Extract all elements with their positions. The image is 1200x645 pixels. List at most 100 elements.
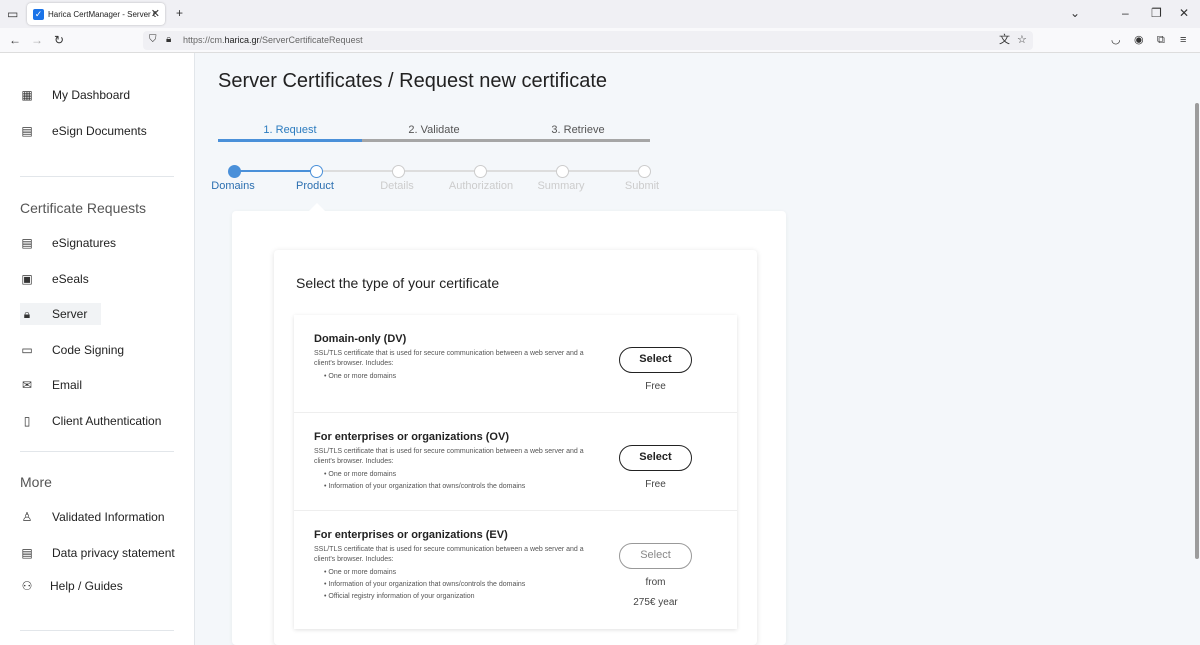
sidebar-item-label: Email (52, 378, 83, 392)
code-icon: ▭ (21, 343, 33, 357)
divider (20, 451, 174, 452)
tab-title: Harica CertManager - Server Ce (48, 9, 156, 19)
sidebar: ▦ My Dashboard ▤ eSign Documents Certifi… (0, 53, 195, 645)
help-icon: ⚇ (21, 579, 33, 593)
extensions-icon[interactable]: ⧉ (1157, 33, 1165, 47)
option-price: Free (645, 381, 666, 392)
esign-icon: ▤ (21, 124, 33, 138)
sidebar-item-label: My Dashboard (52, 88, 131, 102)
privacy-icon: ▤ (21, 546, 33, 560)
sidebar-item-label: Client Authentication (52, 414, 162, 428)
step-indicator-inactive (362, 139, 650, 142)
lock-icon[interactable]: 🔒︎ (166, 33, 171, 47)
select-dv-button[interactable]: Select (619, 347, 692, 373)
progress-line-done (234, 170, 316, 172)
progress-label-authorization: Authorization (448, 180, 514, 192)
progress-dot-product (310, 165, 323, 178)
sidebar-item-label: eSignatures (52, 236, 117, 250)
sidebar-item-label: Validated Information (52, 510, 165, 524)
sidebar-item-dashboard[interactable]: ▦ My Dashboard (20, 84, 130, 106)
sidebar-item-code-signing[interactable]: ▭ Code Signing (20, 339, 124, 361)
divider (20, 176, 174, 177)
sidebar-item-validated-information[interactable]: ♙ Validated Information (20, 506, 165, 528)
email-icon: ✉ (21, 378, 33, 392)
section-heading-requests: Certificate Requests (20, 200, 147, 216)
sidebar-item-eseals[interactable]: ▣ eSeals (20, 268, 89, 290)
option-bullet: • Official registry information of your … (324, 593, 475, 600)
reload-icon[interactable]: ↻ (54, 33, 64, 47)
option-bullet: • Information of your organization that … (324, 483, 526, 490)
translate-icon[interactable]: 文 (999, 33, 1010, 47)
close-icon[interactable]: ✕ (151, 7, 160, 20)
sidebar-item-esign-documents[interactable]: ▤ eSign Documents (20, 120, 147, 142)
certificate-options: Domain-only (DV) SSL/TLS certificate tha… (294, 315, 737, 629)
window-close-icon[interactable]: ✕ (1179, 6, 1189, 20)
option-title: For enterprises or organizations (OV) (314, 431, 509, 443)
new-tab-icon[interactable]: + (176, 6, 183, 20)
sidebar-item-label: Code Signing (52, 343, 125, 357)
url-bar[interactable]: ⛉ 🔒︎ https://cm.harica.gr/ServerCertific… (143, 31, 1033, 50)
option-bullet: • One or more domains (324, 569, 397, 576)
validated-icon: ♙ (21, 510, 33, 524)
tab-request[interactable]: 1. Request (218, 124, 362, 136)
option-bullet: • Information of your organization that … (324, 581, 526, 588)
progress-label-details: Details (380, 180, 414, 192)
lock-icon: 🔒︎ (23, 307, 31, 321)
chevron-down-icon[interactable]: ⌄ (1070, 6, 1080, 20)
tab-validate[interactable]: 2. Validate (362, 124, 506, 136)
section-heading-more: More (20, 474, 52, 490)
option-description: SSL/TLS certificate that is used for sec… (314, 546, 584, 563)
browser-nav-bar: ← → ↻ ⛉ 🔒︎ https://cm.harica.gr/ServerCe… (0, 28, 1200, 53)
option-description: SSL/TLS certificate that is used for sec… (314, 448, 584, 465)
option-ov: For enterprises or organizations (OV) SS… (294, 413, 737, 511)
sidebar-item-email[interactable]: ✉ Email (20, 374, 82, 396)
sidebar-item-label: eSign Documents (52, 124, 147, 138)
option-price-amount: 275€ year (633, 597, 678, 608)
select-ev-button[interactable]: Select (619, 543, 692, 569)
divider (20, 630, 174, 631)
page-scrollbar[interactable] (1195, 103, 1199, 559)
sidebar-item-server[interactable]: 🔒︎ Server (20, 303, 102, 325)
option-dv: Domain-only (DV) SSL/TLS certificate tha… (294, 315, 737, 413)
card-title: Select the type of your certificate (296, 275, 500, 291)
sidebar-item-label: Data privacy statement (52, 546, 175, 560)
restore-icon[interactable]: ❐ (1151, 6, 1162, 20)
progress-dot-details (392, 165, 405, 178)
sidebar-item-label: eSeals (52, 272, 89, 286)
browser-tab-bar: ▭ ✓ Harica CertManager - Server Ce ✕ + ⌄… (0, 0, 1200, 28)
select-ov-button[interactable]: Select (619, 445, 692, 471)
badge-icon: ▯ (23, 414, 31, 428)
pocket-icon[interactable]: ◡ (1111, 33, 1121, 47)
dashboard-icon: ▦ (21, 88, 33, 102)
option-price: Free (645, 479, 666, 490)
forward-icon[interactable]: → (31, 33, 43, 47)
sidebar-item-data-privacy[interactable]: ▤ Data privacy statement (20, 542, 175, 564)
tab-retrieve[interactable]: 3. Retrieve (506, 124, 650, 136)
sidebar-item-esignatures[interactable]: ▤ eSignatures (20, 232, 116, 254)
option-bullet: • One or more domains (324, 471, 397, 478)
progress-label-product: Product (296, 180, 334, 192)
tab-list-icon[interactable]: ▭ (7, 7, 18, 21)
sidebar-item-label: Help / Guides (50, 579, 123, 593)
sidebar-item-client-authentication[interactable]: ▯ Client Authentication (20, 410, 162, 432)
back-icon[interactable]: ← (9, 33, 21, 47)
eseals-icon: ▣ (21, 272, 33, 286)
favicon-icon: ✓ (33, 8, 44, 20)
progress-label-summary: Summary (537, 180, 585, 192)
option-title: Domain-only (DV) (314, 333, 407, 345)
esignatures-icon: ▤ (21, 236, 33, 250)
browser-tab[interactable]: ✓ Harica CertManager - Server Ce ✕ (27, 3, 165, 25)
menu-icon[interactable]: ≡ (1180, 33, 1186, 47)
option-price: from (645, 577, 666, 588)
account-icon[interactable]: ◉ (1134, 33, 1144, 47)
star-icon[interactable]: ☆ (1017, 33, 1027, 47)
option-title: For enterprises or organizations (EV) (314, 529, 508, 541)
shield-icon[interactable]: ⛉ (149, 33, 157, 47)
sidebar-item-help-guides[interactable]: ⚇ Help / Guides (20, 575, 123, 597)
minimize-icon[interactable]: – (1122, 6, 1129, 20)
step-indicator-active (218, 139, 362, 142)
url-text: https://cm.harica.gr/ServerCertificateRe… (183, 35, 363, 45)
progress-label-domains: Domains (211, 180, 255, 192)
progress-dot-submit (638, 165, 651, 178)
progress-dot-summary (556, 165, 569, 178)
